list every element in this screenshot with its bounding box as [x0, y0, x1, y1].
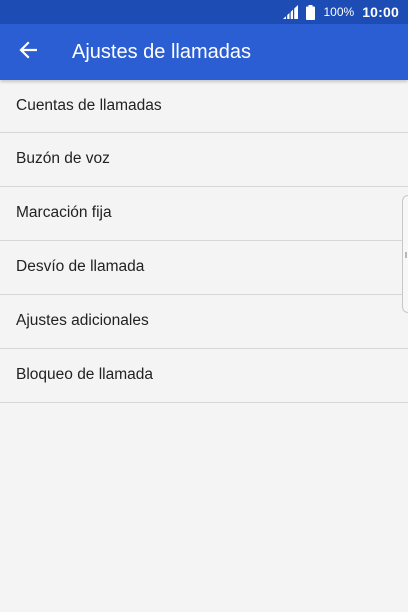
edge-panel-handle[interactable] — [402, 195, 408, 313]
clock: 10:00 — [362, 4, 399, 20]
settings-list: Cuentas de llamadas Buzón de voz Marcaci… — [0, 80, 408, 403]
page-title: Ajustes de llamadas — [72, 41, 251, 63]
battery-icon — [306, 4, 316, 20]
settings-item-ajustes-adicionales[interactable]: Ajustes adicionales — [0, 295, 408, 349]
settings-item-bloqueo-de-llamada[interactable]: Bloqueo de llamada — [0, 349, 408, 403]
settings-item-marcacion-fija[interactable]: Marcación fija — [0, 187, 408, 241]
status-bar: 100% 10:00 — [0, 0, 408, 24]
arrow-back-icon — [19, 40, 38, 64]
settings-item-desvio-de-llamada[interactable]: Desvío de llamada — [0, 241, 408, 295]
settings-item-cuentas-de-llamadas[interactable]: Cuentas de llamadas — [0, 80, 408, 133]
app-bar: Ajustes de llamadas — [0, 24, 408, 80]
settings-item-buzon-de-voz[interactable]: Buzón de voz — [0, 133, 408, 187]
signal-icon — [283, 5, 299, 19]
phone-screen: 100% 10:00 Ajustes de llamadas Cuentas d… — [0, 0, 408, 612]
battery-percentage: 100% — [323, 5, 355, 19]
back-button[interactable] — [12, 36, 44, 68]
status-indicators: 100% 10:00 — [283, 0, 399, 24]
